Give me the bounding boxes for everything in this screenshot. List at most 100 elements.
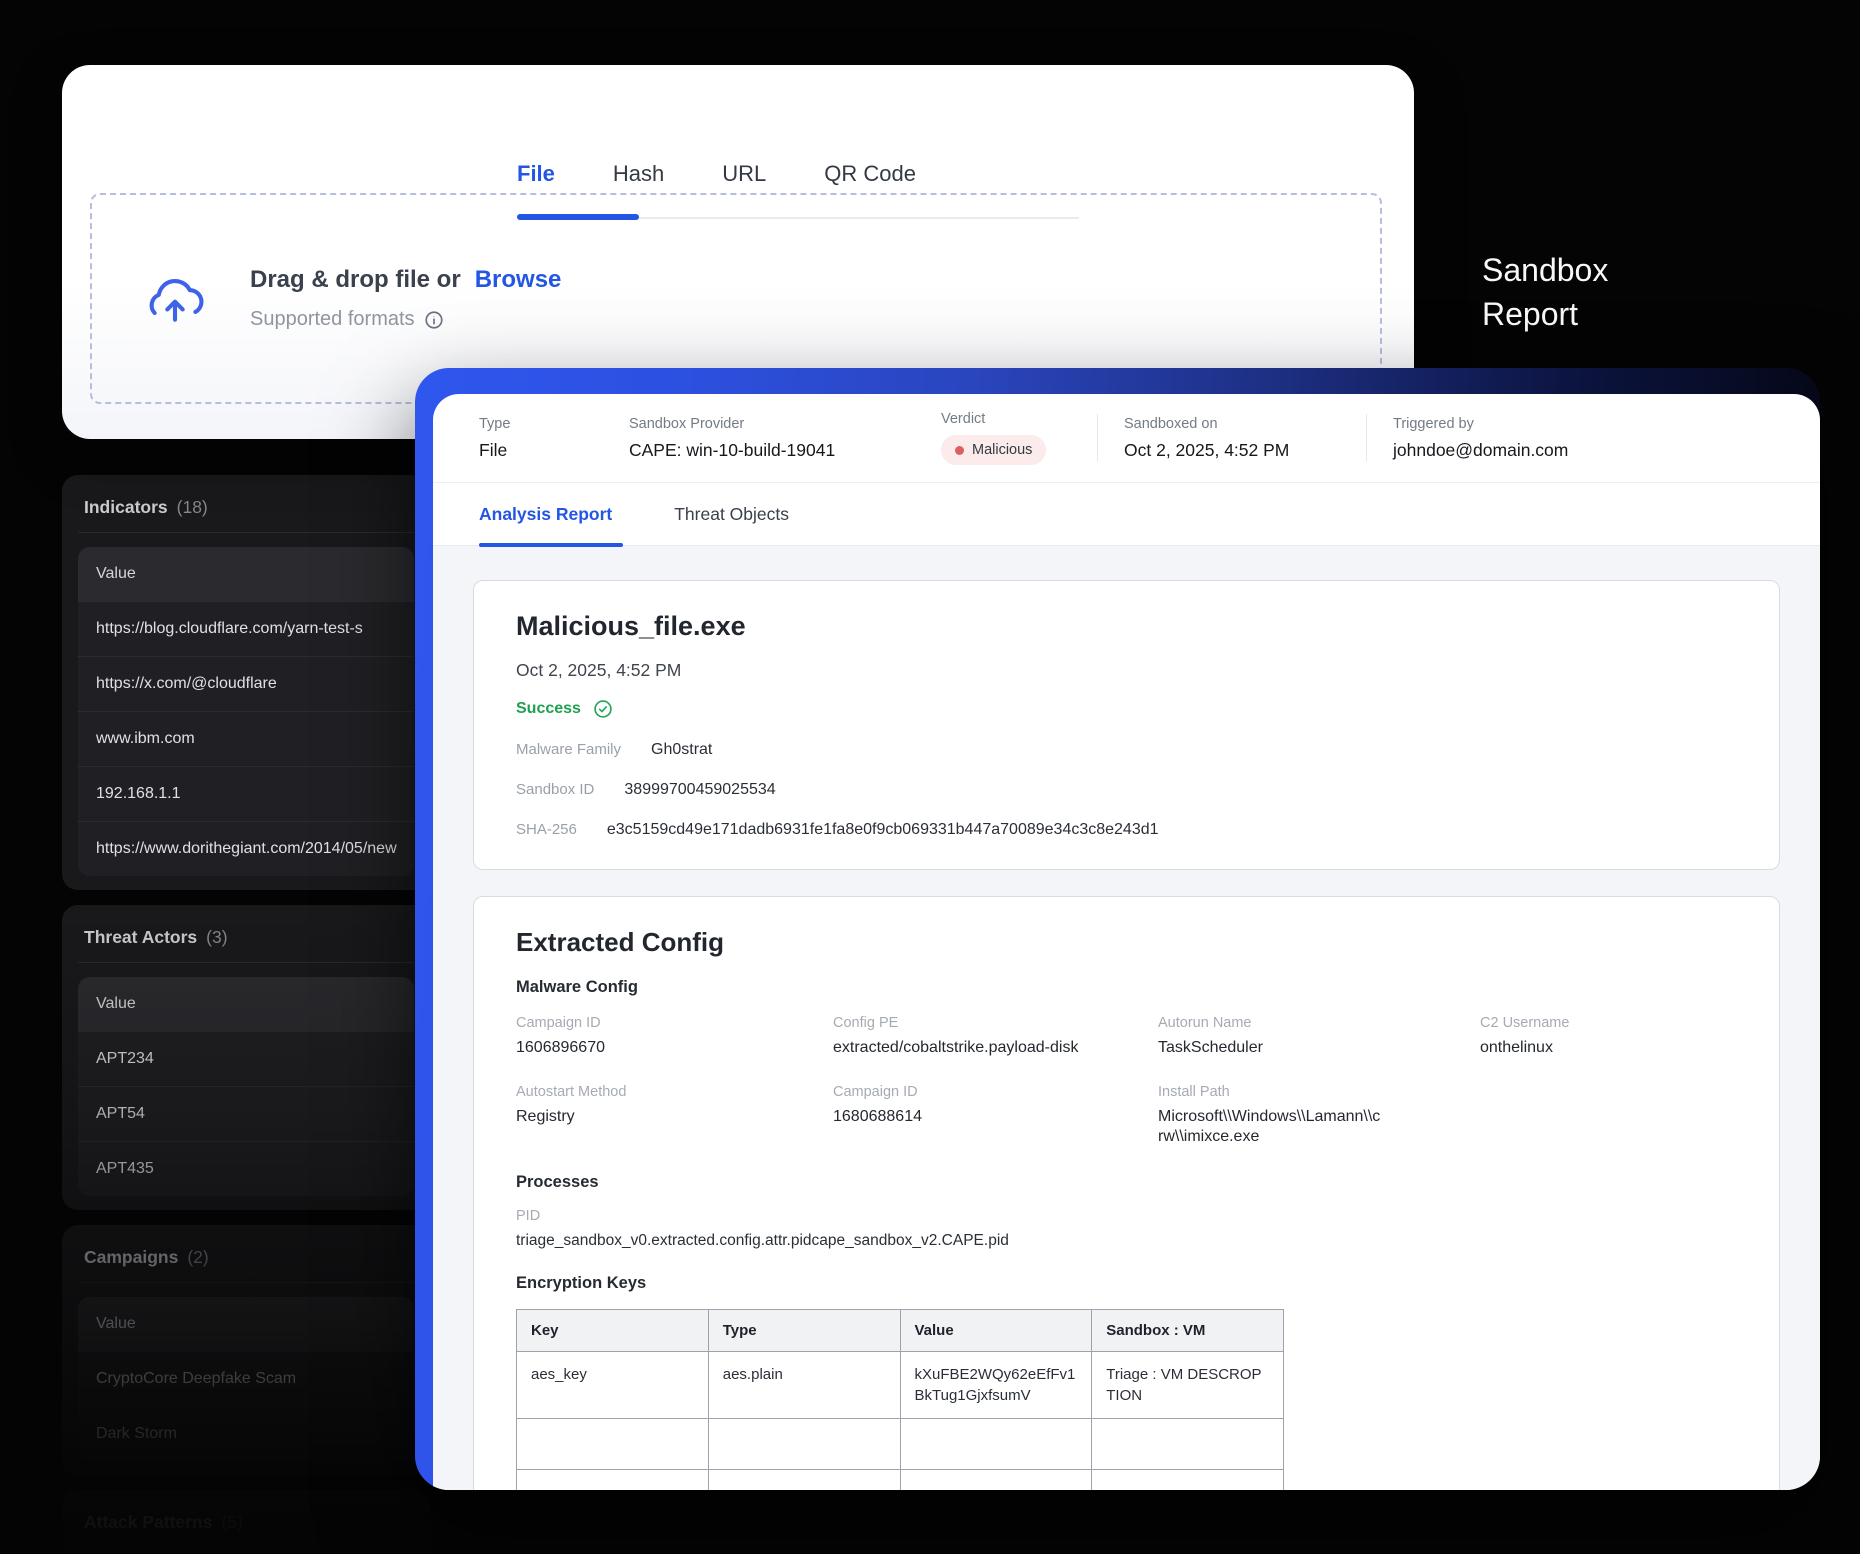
active-tab-indicator — [479, 543, 623, 547]
threat-actor-row[interactable]: APT234 — [78, 1031, 414, 1086]
field-label: Sandbox ID — [516, 781, 594, 798]
malicious-dot-icon — [955, 446, 964, 455]
col-header-key: Key — [517, 1310, 709, 1352]
field-label: Malware Family — [516, 741, 621, 758]
config-field: Install Path Microsoft\\Windows\\Lamann\… — [1158, 1084, 1480, 1147]
sandbox-report-panel: Type File Sandbox Provider CAPE: win-10-… — [433, 394, 1820, 1490]
indicator-row[interactable]: 192.168.1.1 — [78, 766, 414, 821]
config-value: TaskScheduler — [1158, 1038, 1480, 1058]
success-check-icon — [593, 699, 613, 719]
supported-formats-label: Supported formats — [250, 308, 415, 331]
meta-label: Sandboxed on — [1124, 416, 1366, 432]
hero-title: Sandbox Report — [1482, 248, 1608, 336]
meta-label: Sandbox Provider — [629, 416, 941, 432]
col-header-type: Type — [708, 1310, 900, 1352]
table-row: aes_key aes.plain kXuFBE2WQy62eEfFv1BkTu… — [517, 1352, 1284, 1419]
file-name-title: Malicious_file.exe — [516, 611, 1737, 642]
file-fields: Malware Family Gh0strat Sandbox ID 38999… — [516, 741, 1737, 839]
processes-heading: Processes — [516, 1173, 1737, 1192]
meta-label: Triggered by — [1393, 416, 1568, 432]
sidebar-section-indicators: Indicators (18) Value https://blog.cloud… — [62, 475, 430, 890]
config-card-title: Extracted Config — [516, 927, 1737, 958]
config-value: onthelinux — [1480, 1038, 1737, 1058]
sidebar-section-campaigns: Campaigns (2) Value CryptoCore Deepfake … — [62, 1225, 430, 1475]
report-panel-gradient-frame: Type File Sandbox Provider CAPE: win-10-… — [415, 368, 1820, 1490]
field-value: 38999700459025534 — [624, 781, 775, 799]
extracted-config-card: Extracted Config Malware Config Campaign… — [473, 896, 1780, 1490]
tab-qr-code[interactable]: QR Code — [824, 161, 916, 187]
sidebar-section-threat-actors: Threat Actors (3) Value APT234 APT54 APT… — [62, 905, 430, 1210]
indicator-row[interactable]: www.ibm.com — [78, 711, 414, 766]
field-row: SHA-256 e3c5159cd49e171dadb6931fe1fa8e0f… — [516, 821, 1737, 839]
analysis-timestamp: Oct 2, 2025, 4:52 PM — [516, 660, 1737, 681]
cell-key: aes_key — [517, 1352, 709, 1419]
section-title: Campaigns — [84, 1247, 178, 1268]
tab-analysis-report[interactable]: Analysis Report — [479, 504, 612, 525]
status-label: Success — [516, 700, 581, 718]
pid-value: triage_sandbox_v0.extracted.config.attr.… — [516, 1232, 1737, 1250]
indicators-table: Value https://blog.cloudflare.com/yarn-t… — [78, 547, 414, 876]
field-row: Sandbox ID 38999700459025534 — [516, 781, 1737, 799]
config-label: Autorun Name — [1158, 1015, 1480, 1031]
config-label: Install Path — [1158, 1084, 1480, 1100]
screen: File Hash URL QR Code Drag & drop file o… — [0, 0, 1860, 1554]
section-count: (18) — [177, 497, 208, 518]
table-row — [517, 1470, 1284, 1491]
file-summary-card: Malicious_file.exe Oct 2, 2025, 4:52 PM … — [473, 580, 1780, 870]
config-field: Autostart Method Registry — [516, 1084, 833, 1147]
section-count: (3) — [206, 927, 227, 948]
meta-sandbox-provider: Sandbox Provider CAPE: win-10-build-1904… — [629, 416, 941, 461]
analysis-report-content: Malicious_file.exe Oct 2, 2025, 4:52 PM … — [433, 546, 1820, 1490]
tab-file[interactable]: File — [517, 161, 555, 187]
config-label: C2 Username — [1480, 1015, 1737, 1031]
verdict-text: Malicious — [972, 442, 1032, 458]
column-header: Value — [78, 977, 414, 1031]
field-value: Gh0strat — [651, 741, 712, 759]
report-meta-row: Type File Sandbox Provider CAPE: win-10-… — [433, 394, 1820, 483]
field-row: Malware Family Gh0strat — [516, 741, 1737, 759]
tab-threat-objects[interactable]: Threat Objects — [674, 504, 789, 525]
browse-link[interactable]: Browse — [475, 266, 562, 293]
section-title: Indicators — [84, 497, 168, 518]
campaign-row[interactable]: Dark Storm — [78, 1406, 414, 1461]
col-header-sandbox-vm: Sandbox : VM — [1092, 1310, 1284, 1352]
sidebar: Indicators (18) Value https://blog.cloud… — [62, 475, 430, 1554]
config-value: 1680688614 — [833, 1107, 1158, 1127]
config-label: Config PE — [833, 1015, 1158, 1031]
upload-tabs: File Hash URL QR Code — [517, 161, 916, 187]
campaign-row[interactable]: CryptoCore Deepfake Scam — [78, 1351, 414, 1406]
config-label: Autostart Method — [516, 1084, 833, 1100]
threat-actors-table: Value APT234 APT54 APT435 — [78, 977, 414, 1196]
malware-config-heading: Malware Config — [516, 978, 1737, 997]
config-field: Config PE extracted/cobaltstrike.payload… — [833, 1015, 1158, 1058]
meta-label: Verdict — [941, 411, 1097, 427]
indicator-row[interactable]: https://blog.cloudflare.com/yarn-test-s — [78, 601, 414, 656]
indicator-row[interactable]: https://www.dorithegiant.com/2014/05/new — [78, 821, 414, 876]
info-icon[interactable] — [424, 310, 444, 330]
sidebar-section-attack-patterns: Attack Patterns (5) — [62, 1490, 430, 1554]
tab-hash[interactable]: Hash — [613, 161, 664, 187]
section-count: (5) — [221, 1512, 242, 1533]
dropzone-title: Drag & drop file or — [250, 266, 461, 293]
meta-value: CAPE: win-10-build-19041 — [629, 440, 941, 461]
meta-value: Oct 2, 2025, 4:52 PM — [1124, 440, 1366, 461]
config-field: Campaign ID 1680688614 — [833, 1084, 1158, 1147]
verdict-badge: Malicious — [941, 435, 1046, 465]
table-header-row: Key Type Value Sandbox : VM — [517, 1310, 1284, 1352]
meta-sandboxed-on: Sandboxed on Oct 2, 2025, 4:52 PM — [1098, 416, 1366, 461]
config-value: extracted/cobaltstrike.payload-disk — [833, 1038, 1158, 1058]
meta-triggered-by: Triggered by johndoe@domain.com — [1367, 416, 1568, 461]
cell-value: kXuFBE2WQy62eEfFv1BkTug1GjxfsumV — [900, 1352, 1092, 1419]
threat-actor-row[interactable]: APT435 — [78, 1141, 414, 1196]
pid-label: PID — [516, 1208, 1737, 1224]
cloud-upload-icon — [142, 266, 208, 332]
section-title: Attack Patterns — [84, 1512, 212, 1533]
tab-url[interactable]: URL — [722, 161, 766, 187]
table-row — [517, 1419, 1284, 1470]
indicator-row[interactable]: https://x.com/@cloudflare — [78, 656, 414, 711]
threat-actor-row[interactable]: APT54 — [78, 1086, 414, 1141]
status-row: Success — [516, 699, 1737, 719]
section-header: Campaigns (2) — [78, 1241, 414, 1283]
column-header: Value — [78, 1297, 414, 1351]
column-header: Value — [78, 547, 414, 601]
